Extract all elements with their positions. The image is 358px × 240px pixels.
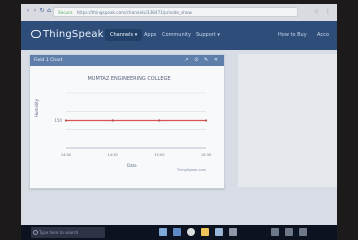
nav-how-to-buy[interactable]: How to Buy	[278, 32, 307, 38]
secure-label: Secure	[58, 10, 73, 15]
refresh-icon[interactable]: ↻	[39, 8, 45, 14]
chrome-icon[interactable]	[187, 228, 195, 236]
store-icon[interactable]	[173, 228, 181, 236]
volume-icon[interactable]	[285, 228, 293, 236]
back-icon[interactable]: ‹	[25, 8, 31, 14]
explorer-icon[interactable]	[201, 228, 209, 236]
y-tick-label: 150	[54, 118, 62, 123]
windows-taskbar: Type here to search	[21, 225, 337, 240]
battery-icon[interactable]	[299, 228, 307, 236]
settings-icon[interactable]	[229, 228, 237, 236]
x-tick-label: 14:30	[107, 153, 118, 157]
url-text[interactable]: https://thingspeak.com/channels/338471/p…	[77, 10, 192, 15]
series-point	[158, 119, 161, 122]
chart-tools-icons[interactable]: ↗ ⊙ ✎ ✕	[184, 57, 220, 63]
network-icon[interactable]	[271, 228, 279, 236]
series-point	[64, 119, 68, 122]
mail-icon[interactable]	[215, 228, 223, 236]
series-point	[111, 119, 114, 122]
chart-panel-title: Field 1 Chart	[34, 58, 63, 63]
x-tick-label: 14:00	[61, 153, 72, 157]
field-1-chart-panel: Field 1 Chart ↗ ⊙ ✎ ✕ MUMTAZ ENGINEERING…	[29, 54, 225, 189]
empty-right-area	[238, 54, 337, 187]
desktop-screen: ‹ › ↻ ⌂ Secure https://thingspeak.com/ch…	[21, 4, 337, 240]
task-view-icon[interactable]	[159, 228, 167, 236]
nav-account[interactable]: Acco	[317, 32, 329, 38]
x-tick-label: 15:30	[201, 153, 212, 157]
forward-icon[interactable]: ›	[32, 8, 38, 14]
x-tick-label: 15:00	[154, 153, 165, 157]
nav-apps[interactable]: Apps	[144, 32, 156, 38]
nav-community[interactable]: Community	[162, 32, 191, 38]
address-bar[interactable]: Secure https://thingspeak.com/channels/3…	[53, 7, 298, 17]
home-icon[interactable]: ⌂	[46, 8, 52, 14]
thingspeak-navbar: ThingSpeak Channels ▾ Apps Community Sup…	[21, 21, 337, 50]
chart-y-label: Humidity	[34, 98, 39, 117]
chart-credit: ThingSpeak.com	[176, 168, 206, 172]
taskbar-search-input[interactable]: Type here to search	[31, 227, 105, 238]
cloud-icon	[31, 30, 41, 38]
browser-toolbar: ‹ › ↻ ⌂ Secure https://thingspeak.com/ch…	[21, 4, 337, 22]
logo-text: ThingSpeak	[43, 29, 104, 40]
star-icon[interactable]: ☆	[314, 8, 319, 15]
chart-x-label: Date	[127, 163, 137, 168]
thingspeak-logo[interactable]: ThingSpeak	[31, 29, 104, 40]
nav-support[interactable]: Support ▾	[196, 32, 220, 38]
series-point	[204, 119, 208, 122]
humidity-line-chart: 150 14:00 14:30 15:00 15:30	[54, 92, 212, 157]
nav-channels[interactable]: Channels ▾	[105, 29, 143, 41]
chart-header: Field 1 Chart ↗ ⊙ ✎ ✕	[30, 55, 224, 66]
chart-title: MUMTAZ ENGINEERING COLLEGE	[87, 76, 171, 82]
menu-icon[interactable]: ⋮	[325, 8, 331, 15]
